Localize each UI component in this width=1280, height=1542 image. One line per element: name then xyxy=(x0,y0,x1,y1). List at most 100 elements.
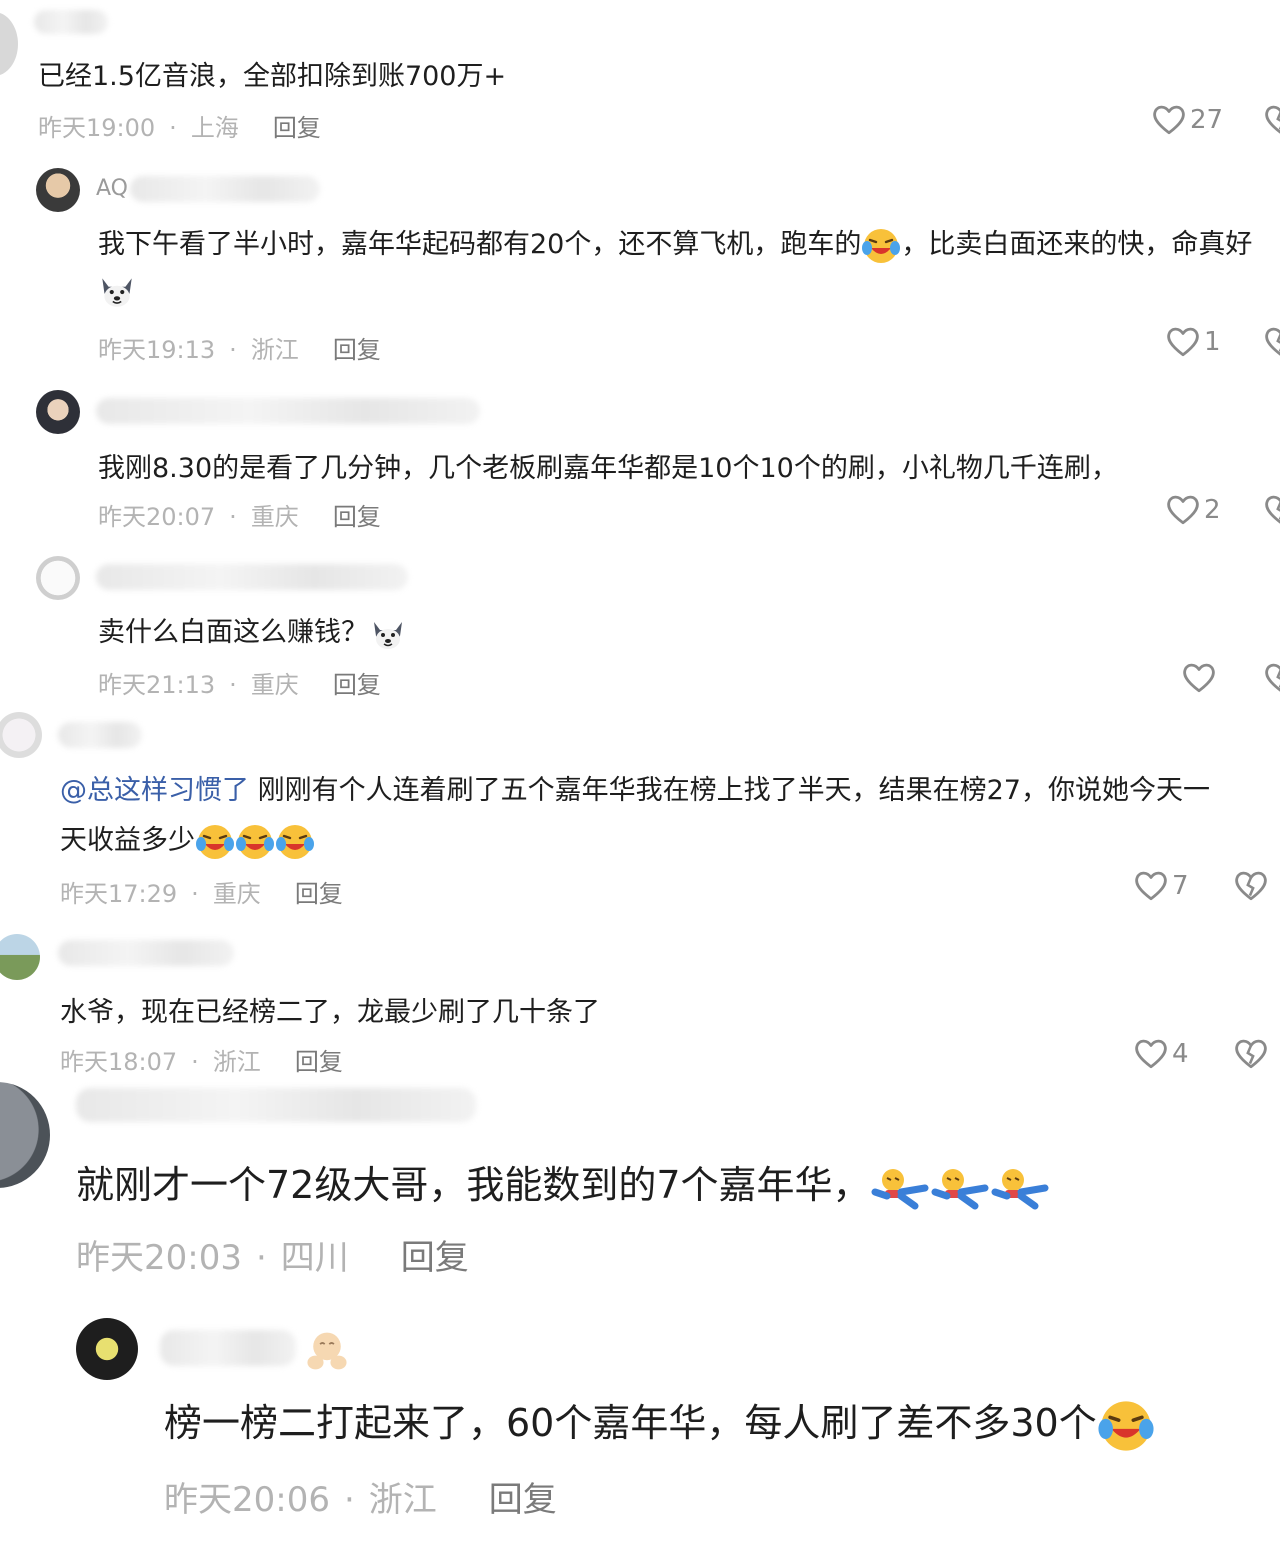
comment-text-part: 卖什么白面这么赚钱？ xyxy=(98,617,368,648)
comment-location: 重庆 xyxy=(212,880,261,908)
comment-location: 上海 xyxy=(190,114,239,142)
laugh-cry-emoji-icon xyxy=(1097,1397,1155,1455)
rolling-laugh-emoji-icon xyxy=(871,1166,931,1210)
comment-text: 水爷，现在已经榜二了，龙最少刷了几十条了 xyxy=(60,997,600,1028)
comment-meta: 昨天20:07 · 重庆 回复 xyxy=(98,503,381,531)
dislike-button[interactable] xyxy=(1234,870,1268,906)
comment-text-part: 刚刚有个人连着刷了五个嘉年华我在榜上找了半天，结果在榜27，你说她今天一 xyxy=(257,775,1210,806)
avatar[interactable] xyxy=(0,12,18,76)
like-button[interactable]: 27 xyxy=(1152,104,1223,136)
broken-heart-icon xyxy=(1264,104,1280,136)
dislike-button[interactable] xyxy=(1264,662,1280,698)
username-blurred[interactable] xyxy=(58,722,142,748)
reply-button[interactable]: 回复 xyxy=(273,114,321,142)
comment-meta: 昨天20:06 · 浙江 回复 xyxy=(164,1480,557,1520)
mention-link[interactable]: @总这样习惯了 xyxy=(60,775,249,806)
username-blurred[interactable] xyxy=(58,940,234,966)
avatar[interactable] xyxy=(0,712,42,758)
comment-meta: 昨天19:00 · 上海 回复 xyxy=(38,114,321,142)
like-count: 4 xyxy=(1172,1039,1189,1069)
comment-time: 昨天20:07 xyxy=(98,503,216,531)
username-blurred[interactable] xyxy=(160,1330,296,1366)
comment-text-part: 我下午看了半小时，嘉年华起码都有20个，还不算飞机，跑车的 xyxy=(98,229,862,260)
reply-button[interactable]: 回复 xyxy=(333,671,381,699)
reply-button[interactable]: 回复 xyxy=(333,336,381,364)
broken-heart-icon xyxy=(1234,870,1268,902)
comment-meta: 昨天19:13 · 浙江 回复 xyxy=(98,336,381,364)
like-count: 27 xyxy=(1190,105,1224,135)
laugh-cry-emoji-icon xyxy=(235,822,275,862)
comment-time: 昨天18:07 xyxy=(60,1048,178,1076)
reply-button[interactable]: 回复 xyxy=(401,1238,469,1278)
comment-meta: 昨天18:07 · 浙江 回复 xyxy=(60,1048,343,1076)
like-button[interactable]: 2 xyxy=(1166,494,1221,526)
broken-heart-icon xyxy=(1264,326,1280,358)
heart-icon xyxy=(1134,870,1168,902)
comment-text: 已经1.5亿音浪，全部扣除到账700万+ xyxy=(38,61,507,92)
comment-time: 昨天19:13 xyxy=(98,336,216,364)
avatar[interactable] xyxy=(0,934,40,980)
hug-emoji-icon xyxy=(304,1328,350,1374)
like-button[interactable] xyxy=(1182,662,1216,694)
dislike-button[interactable] xyxy=(1264,104,1280,140)
heart-icon xyxy=(1134,1038,1168,1070)
username-prefix[interactable]: AQ xyxy=(96,176,128,201)
avatar[interactable] xyxy=(36,556,80,600)
rolling-laugh-emoji-icon xyxy=(991,1166,1051,1210)
comment-location: 四川 xyxy=(280,1238,349,1278)
comment-location: 浙江 xyxy=(250,336,299,364)
avatar[interactable] xyxy=(76,1318,138,1380)
dislike-button[interactable] xyxy=(1264,494,1280,530)
heart-icon xyxy=(1166,326,1200,358)
like-button[interactable]: 4 xyxy=(1134,1038,1189,1070)
heart-icon xyxy=(1152,104,1186,136)
username-blurred[interactable] xyxy=(130,176,320,202)
username-blurred[interactable] xyxy=(34,10,108,34)
avatar[interactable] xyxy=(0,1082,50,1188)
like-count: 2 xyxy=(1204,495,1221,525)
comment-text: 榜一榜二打起来了，60个嘉年华，每人刷了差不多30个 xyxy=(164,1392,1155,1455)
comment-location: 浙江 xyxy=(368,1480,437,1520)
comment-text-part: 榜一榜二打起来了，60个嘉年华，每人刷了差不多30个 xyxy=(164,1401,1097,1445)
rolling-laugh-emoji-icon xyxy=(931,1166,991,1210)
reply-button[interactable]: 回复 xyxy=(295,1048,343,1076)
broken-heart-icon xyxy=(1264,662,1280,694)
avatar[interactable] xyxy=(36,390,80,434)
comment-time: 昨天19:00 xyxy=(38,114,156,142)
comment-text: 卖什么白面这么赚钱？ xyxy=(98,610,408,654)
laugh-cry-emoji-icon xyxy=(275,822,315,862)
broken-heart-icon xyxy=(1264,494,1280,526)
comment-text: 我刚8.30的是看了几分钟，几个老板刷嘉年华都是10个10个的刷，小礼物几千连刷… xyxy=(98,453,1118,484)
comment-meta: 昨天17:29 · 重庆 回复 xyxy=(60,880,343,908)
comment-meta: 昨天21:13 · 重庆 回复 xyxy=(98,671,381,699)
dislike-button[interactable] xyxy=(1234,1038,1268,1074)
comment-time: 昨天20:06 xyxy=(164,1480,330,1520)
laugh-cry-emoji-icon xyxy=(195,822,235,862)
reply-button[interactable]: 回复 xyxy=(295,880,343,908)
husky-emoji-icon xyxy=(96,270,138,312)
reply-button[interactable]: 回复 xyxy=(489,1480,557,1520)
comment-time: 昨天20:03 xyxy=(76,1238,242,1278)
broken-heart-icon xyxy=(1234,1038,1268,1070)
comment-location: 重庆 xyxy=(250,503,299,531)
comment-time: 昨天21:13 xyxy=(98,671,216,699)
heart-icon xyxy=(1166,494,1200,526)
reply-button[interactable]: 回复 xyxy=(333,503,381,531)
username-blurred[interactable] xyxy=(76,1088,476,1122)
avatar[interactable] xyxy=(36,168,80,212)
comment-meta: 昨天20:03 · 四川 回复 xyxy=(76,1238,469,1278)
comment-text-part: 天收益多少 xyxy=(60,825,195,856)
dislike-button[interactable] xyxy=(1264,326,1280,362)
username-blurred[interactable] xyxy=(96,564,408,590)
comment-location: 重庆 xyxy=(250,671,299,699)
comment-text: 就刚才一个72级大哥，我能数到的7个嘉年华， xyxy=(76,1154,1051,1210)
heart-icon xyxy=(1182,662,1216,694)
like-count: 1 xyxy=(1204,327,1221,357)
like-button[interactable]: 1 xyxy=(1166,326,1221,358)
username-blurred[interactable] xyxy=(96,398,480,424)
like-button[interactable]: 7 xyxy=(1134,870,1189,902)
like-count: 7 xyxy=(1172,871,1189,901)
comment-text-part: ，比卖白面还来的快，命真好 xyxy=(901,229,1253,260)
comment-time: 昨天17:29 xyxy=(60,880,178,908)
comment-text-line2: 天收益多少 xyxy=(60,818,315,862)
